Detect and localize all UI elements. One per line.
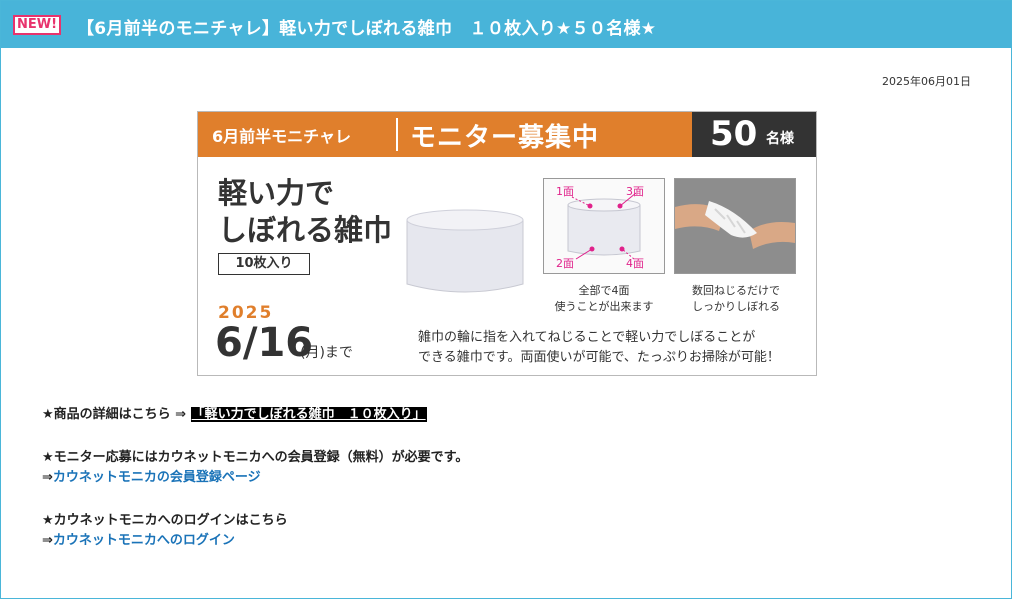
banner-header: 6月前半モニチャレ モニター募集中 50 名様	[198, 112, 816, 157]
photo-caption-2: しっかりしぼれる	[692, 300, 780, 313]
register-link-line: ⇒カウネットモニカの会員登録ページ	[42, 466, 261, 485]
product-quantity: 10枚入り	[218, 253, 310, 275]
title-bar: NEW! 【6月前半のモニチャレ】軽い力でしぼれる雑巾 １０枚入り★５０名様★	[1, 1, 1011, 48]
login-arrow: ⇒	[42, 533, 53, 548]
wringing-hands-image	[675, 179, 795, 273]
deadline-suffix: (月)まで	[300, 345, 353, 361]
product-detail-prefix: ★商品の詳細はこちら ⇒	[42, 407, 187, 422]
banner-count-unit: 名様	[766, 131, 794, 147]
diagram-caption-1: 全部で4面	[578, 284, 630, 297]
register-note: ★モニター応募にはカウネットモニカへの会員登録（無料）が必要です。	[42, 450, 469, 465]
product-detail-link[interactable]: 「軽い力でしぼれる雑巾 １０枚入り」	[190, 407, 427, 422]
register-arrow: ⇒	[42, 470, 53, 485]
product-detail-line: ★商品の詳細はこちら ⇒ 「軽い力でしぼれる雑巾 １０枚入り」	[42, 403, 427, 422]
banner-count-box: 50 名様	[692, 112, 816, 157]
face-label-3: 3面	[626, 185, 644, 198]
deadline-date: 6/16	[215, 320, 314, 366]
face-label-1: 1面	[556, 185, 574, 198]
login-link-line: ⇒カウネットモニカへのログイン	[42, 529, 235, 548]
register-page-link[interactable]: カウネットモニカの会員登録ページ	[53, 470, 261, 485]
campaign-banner-image: 6月前半モニチャレ モニター募集中 50 名様 軽い力で しぼれる雑巾 10枚入…	[197, 111, 817, 376]
new-badge: NEW!	[13, 15, 61, 35]
product-description-line1: 雑巾の輪に指を入れてねじることで軽い力でしぼることが	[418, 330, 756, 345]
four-sides-diagram: 1面 3面 2面 4面	[543, 178, 665, 274]
wringing-photo	[674, 178, 796, 274]
page-title: 【6月前半のモニチャレ】軽い力でしぼれる雑巾 １０枚入り★５０名様★	[77, 19, 657, 39]
login-link[interactable]: カウネットモニカへのログイン	[53, 533, 235, 548]
product-description-line2: できる雑巾です。両面使いが可能で、たっぷりお掃除が可能！	[418, 350, 780, 365]
product-name-line2: しぼれる雑巾	[218, 213, 393, 247]
towel-ring-image	[406, 209, 524, 293]
banner-campaign-label: 6月前半モニチャレ	[212, 127, 351, 146]
diagram-caption-2: 使うことが出来ます	[554, 300, 654, 313]
face-label-2: 2面	[556, 257, 574, 270]
photo-caption-1: 数回ねじるだけで	[692, 284, 780, 297]
banner-separator	[396, 118, 398, 151]
face-label-4: 4面	[626, 257, 644, 270]
product-name-line1: 軽い力で	[218, 176, 335, 210]
banner-header-orange: 6月前半モニチャレ モニター募集中	[198, 112, 692, 157]
banner-count: 50	[710, 114, 758, 154]
banner-recruiting-label: モニター募集中	[410, 123, 600, 153]
post-date: 2025年06月01日	[882, 75, 971, 88]
login-note: ★カウネットモニカへのログインはこちら	[42, 513, 288, 528]
